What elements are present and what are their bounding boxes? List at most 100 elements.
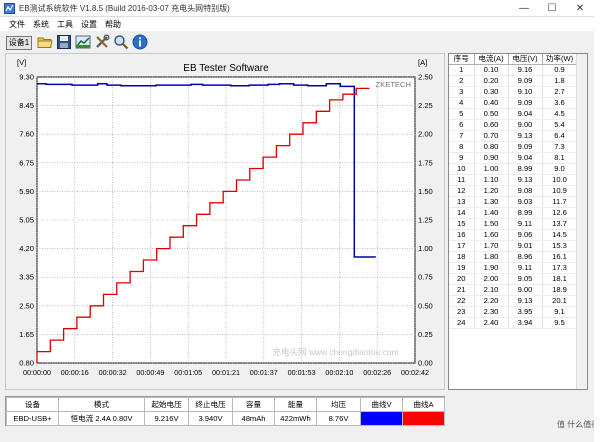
close-button[interactable]: ✕ bbox=[566, 0, 594, 17]
chart-icon[interactable] bbox=[75, 34, 91, 50]
y-left-tick-label: 9.30 bbox=[19, 73, 34, 82]
table-row[interactable]: 2 0.20 9.09 1.8 bbox=[449, 75, 578, 88]
table-cell: 10 bbox=[449, 163, 475, 176]
maximize-button[interactable]: ☐ bbox=[538, 0, 566, 17]
x-tick-label: 00:02:10 bbox=[325, 368, 353, 377]
table-row[interactable]: 20 2.00 9.05 18.1 bbox=[449, 273, 578, 286]
table-cell: 0.40 bbox=[474, 97, 509, 110]
table-cell: 9.04 bbox=[508, 152, 543, 165]
table-cell: 17 bbox=[449, 240, 475, 253]
table-cell: 18.9 bbox=[542, 284, 578, 297]
table-row[interactable]: 5 0.50 9.04 4.5 bbox=[449, 108, 578, 121]
table-cell: 9.06 bbox=[508, 229, 543, 242]
table-cell: 10.0 bbox=[542, 174, 578, 187]
menu-system[interactable]: 系统 bbox=[33, 19, 49, 30]
table-cell: 2.7 bbox=[542, 86, 578, 99]
table-cell: 9.11 bbox=[508, 218, 543, 231]
table-row[interactable]: 8 0.80 9.09 7.3 bbox=[449, 141, 578, 154]
table-cell: 0.60 bbox=[474, 119, 509, 132]
menu-file[interactable]: 文件 bbox=[9, 19, 25, 30]
table-cell: 9.13 bbox=[508, 174, 543, 187]
table-cell: 7 bbox=[449, 130, 475, 143]
table-cell: 3.95 bbox=[508, 306, 543, 319]
table-cell: 24 bbox=[449, 317, 475, 330]
summary-header-device: 设备 bbox=[6, 397, 59, 412]
x-tick-label: 00:00:32 bbox=[99, 368, 127, 377]
y-right-tick-label: 0.25 bbox=[418, 330, 433, 339]
chart-title: EB Tester Software bbox=[183, 63, 269, 74]
table-cell: 17.3 bbox=[542, 262, 578, 275]
tools-icon[interactable] bbox=[94, 34, 110, 50]
table-cell: 0.70 bbox=[474, 130, 509, 143]
menu-tools[interactable]: 工具 bbox=[57, 19, 73, 30]
curve-v-swatch-cell[interactable] bbox=[360, 411, 403, 426]
table-row[interactable]: 13 1.30 9.03 11.7 bbox=[449, 196, 578, 209]
y-left-tick-label: 5.05 bbox=[19, 216, 34, 225]
table-row[interactable]: 21 2.10 9.00 18.9 bbox=[449, 284, 578, 297]
table-cell: 8.99 bbox=[508, 163, 543, 176]
table-row[interactable]: 6 0.60 9.00 5.4 bbox=[449, 119, 578, 132]
menu-help[interactable]: 帮助 bbox=[105, 19, 121, 30]
app-icon bbox=[4, 3, 15, 14]
table-cell: 9.13 bbox=[508, 130, 543, 143]
save-icon[interactable] bbox=[56, 34, 72, 50]
table-cell: 9.03 bbox=[508, 196, 543, 209]
table-row[interactable]: 15 1.50 9.11 13.7 bbox=[449, 218, 578, 231]
table-cell: 1.20 bbox=[474, 185, 509, 198]
y-right-tick-label: 2.00 bbox=[418, 130, 433, 139]
minimize-button[interactable]: — bbox=[510, 0, 538, 17]
table-cell: 2.30 bbox=[474, 306, 509, 319]
curve-a-color-swatch[interactable] bbox=[403, 412, 444, 425]
y-right-tick-label: 2.25 bbox=[418, 101, 433, 110]
chart-watermark: 充电头网 www.chongdiantou.com bbox=[273, 347, 399, 357]
table-cell: 14.5 bbox=[542, 229, 578, 242]
vertical-scrollbar[interactable] bbox=[576, 54, 587, 389]
y-left-tick-label: 0.80 bbox=[19, 359, 34, 368]
records-header-cell[interactable]: 电流(A) bbox=[474, 54, 509, 66]
y-right-tick-label: 1.75 bbox=[418, 158, 433, 167]
table-cell: 16 bbox=[449, 229, 475, 242]
table-row[interactable]: 10 1.00 8.99 9.0 bbox=[449, 163, 578, 176]
app-window: EB测试系统软件 V1.8.5 (Build 2016-03-07 充电头网特别… bbox=[0, 0, 600, 442]
curve-v-color-swatch[interactable] bbox=[361, 412, 402, 425]
table-row[interactable]: 14 1.40 8.99 12.6 bbox=[449, 207, 578, 220]
records-header-cell[interactable]: 功率(W) bbox=[542, 54, 578, 66]
search-icon[interactable] bbox=[113, 34, 129, 50]
table-row[interactable]: 4 0.40 9.09 3.6 bbox=[449, 97, 578, 110]
table-row[interactable]: 1 0.10 9.16 0.9 bbox=[449, 64, 578, 77]
table-cell: 0.9 bbox=[542, 64, 578, 77]
device-button[interactable]: 设备1 bbox=[6, 36, 32, 50]
folder-icon[interactable] bbox=[37, 34, 53, 50]
menu-settings[interactable]: 设置 bbox=[81, 19, 97, 30]
table-row[interactable]: 16 1.60 9.06 14.5 bbox=[449, 229, 578, 242]
table-cell: 5.4 bbox=[542, 119, 578, 132]
table-row[interactable]: 24 2.40 3.94 9.5 bbox=[449, 317, 578, 330]
table-cell: 1.80 bbox=[474, 251, 509, 264]
y-left-tick-label: 5.90 bbox=[19, 187, 34, 196]
table-row[interactable]: 7 0.70 9.13 6.4 bbox=[449, 130, 578, 143]
records-header-cell[interactable]: 电压(V) bbox=[508, 54, 543, 66]
y-left-tick-label: 2.50 bbox=[19, 301, 34, 310]
records-header-cell[interactable]: 序号 bbox=[449, 54, 475, 66]
table-cell: 1.00 bbox=[474, 163, 509, 176]
y-right-tick-label: 0.00 bbox=[418, 359, 433, 368]
table-row[interactable]: 11 1.10 9.13 10.0 bbox=[449, 174, 578, 187]
info-icon[interactable] bbox=[132, 34, 148, 50]
table-row[interactable]: 9 0.90 9.04 8.1 bbox=[449, 152, 578, 165]
table-cell: 23 bbox=[449, 306, 475, 319]
summary-header-curve-v: 曲线V bbox=[360, 397, 403, 412]
table-cell: 9.08 bbox=[508, 185, 543, 198]
table-cell: 6 bbox=[449, 119, 475, 132]
table-row[interactable]: 3 0.30 9.10 2.7 bbox=[449, 86, 578, 99]
menu-bar: 文件 系统 工具 设置 帮助 bbox=[0, 17, 600, 31]
table-row[interactable]: 18 1.80 8.96 16.1 bbox=[449, 251, 578, 264]
table-row[interactable]: 22 2.20 9.13 20.1 bbox=[449, 295, 578, 308]
table-row[interactable]: 12 1.20 9.08 10.9 bbox=[449, 185, 578, 198]
table-row[interactable]: 17 1.70 9.01 15.3 bbox=[449, 240, 578, 253]
table-cell: 9.16 bbox=[508, 64, 543, 77]
table-cell: 13 bbox=[449, 196, 475, 209]
table-cell: 7.3 bbox=[542, 141, 578, 154]
curve-a-swatch-cell[interactable] bbox=[402, 411, 445, 426]
table-row[interactable]: 19 1.90 9.11 17.3 bbox=[449, 262, 578, 275]
table-row[interactable]: 23 2.30 3.95 9.1 bbox=[449, 306, 578, 319]
